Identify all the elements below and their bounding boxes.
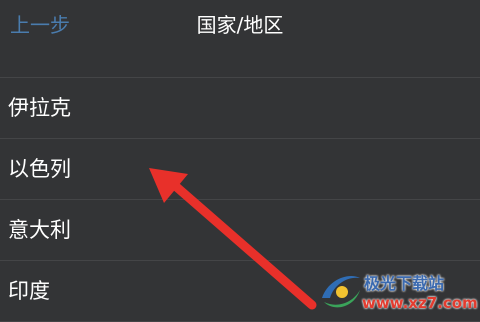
swoosh-logo-icon <box>322 276 360 308</box>
list-item-iraq[interactable]: 伊拉克 <box>0 77 480 139</box>
list-item-israel[interactable]: 以色列 <box>0 139 480 200</box>
watermark: 极光下载站 www.xz7.com <box>318 262 478 318</box>
navigation-header: 上一步 国家/地区 <box>0 0 480 60</box>
list-item-italy[interactable]: 意大利 <box>0 200 480 261</box>
watermark-brand: 极光下载站 <box>364 274 445 293</box>
watermark-url: www.xz7.com <box>362 294 478 312</box>
page-title: 国家/地区 <box>196 13 284 37</box>
